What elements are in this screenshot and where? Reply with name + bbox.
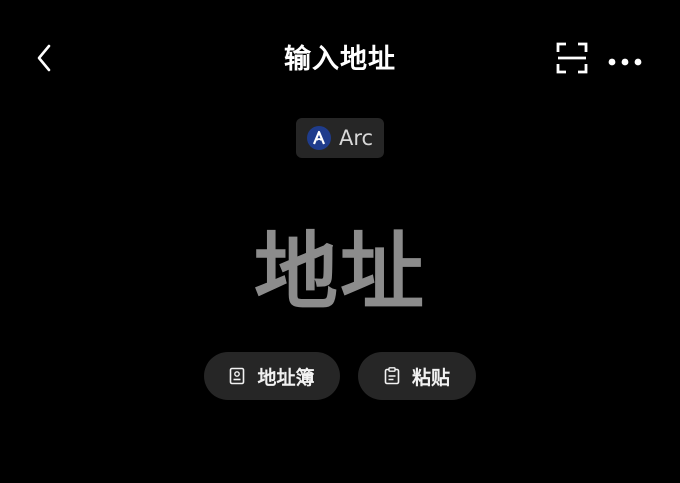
clipboard-icon [384,367,400,385]
address-input[interactable]: 地址 [0,210,680,321]
paste-button[interactable]: 粘贴 [358,352,476,400]
arc-logo-icon [306,126,331,150]
header-bar: 输入地址 [0,0,680,120]
address-book-button[interactable]: 地址簿 [204,352,340,400]
network-name: Arc [338,126,374,150]
scan-icon [556,42,588,78]
address-book-icon [229,367,245,385]
more-horizontal-icon [608,51,642,70]
more-button[interactable] [604,44,646,76]
paste-label: 粘贴 [411,366,450,389]
network-selector[interactable]: Arc [296,118,384,158]
address-book-label: 地址簿 [257,366,315,389]
scan-button[interactable] [552,41,592,79]
